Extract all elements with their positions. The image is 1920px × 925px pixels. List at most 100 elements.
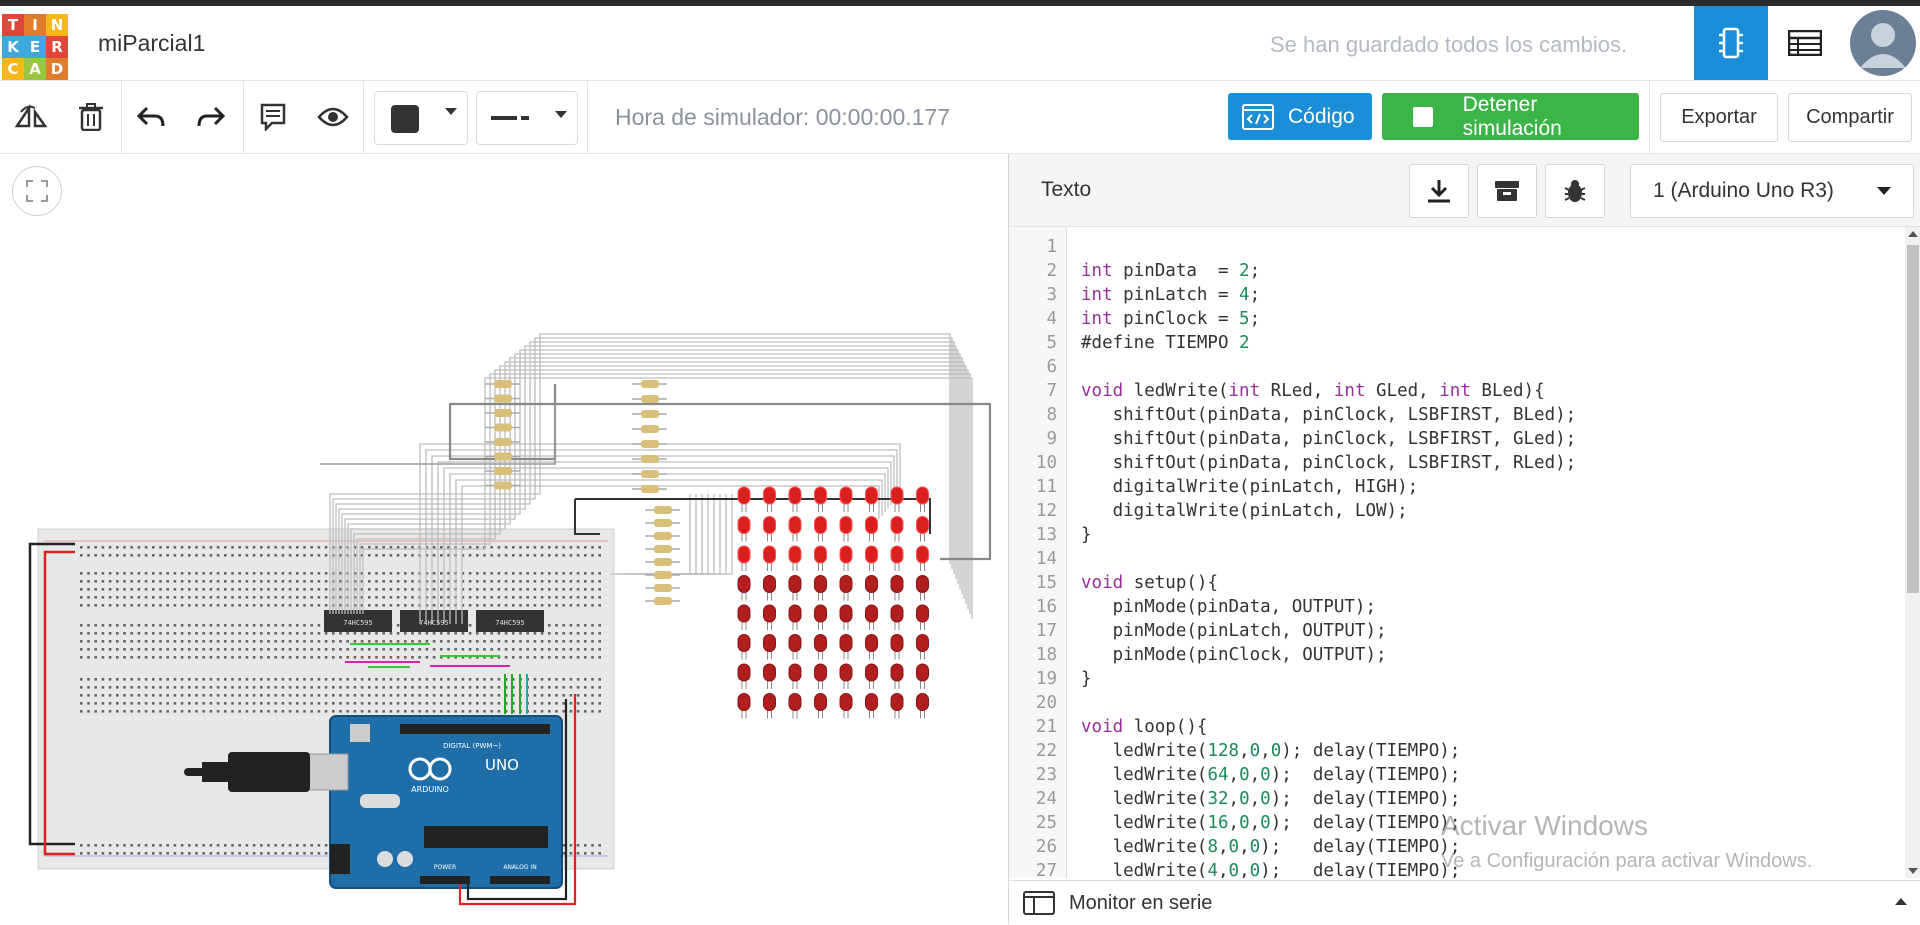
led[interactable] [763, 575, 776, 593]
user-avatar[interactable] [1846, 6, 1920, 80]
led[interactable] [890, 604, 904, 623]
led[interactable] [737, 634, 751, 652]
serial-monitor-bar[interactable]: Monitor en serie [1009, 880, 1920, 925]
led[interactable] [737, 663, 751, 682]
led[interactable] [839, 693, 853, 711]
shift-register-2[interactable]: 74HC595 [400, 610, 468, 632]
code-lines[interactable]: 1 2 int pinData = 2; 3 int pinLatch = 4; 4 int… [1009, 235, 1576, 878]
shift-register-3[interactable]: 74HC595 [476, 610, 544, 632]
led[interactable] [814, 486, 827, 505]
led[interactable] [788, 663, 802, 682]
led[interactable] [763, 516, 776, 534]
code-line[interactable]: 6 [1009, 355, 1057, 379]
resistor[interactable] [494, 467, 512, 475]
resistor[interactable] [494, 409, 512, 417]
led[interactable] [788, 545, 802, 564]
led[interactable] [839, 516, 853, 534]
code-line[interactable]: 11 digitalWrite(pinLatch, HIGH); [1009, 475, 1418, 499]
resistor[interactable] [654, 506, 672, 514]
led[interactable] [865, 604, 878, 623]
board-select[interactable]: 1 (Arduino Uno R3) [1630, 164, 1914, 218]
code-line[interactable]: 5 #define TIEMPO 2 [1009, 331, 1249, 355]
led[interactable] [890, 634, 904, 652]
led[interactable] [865, 545, 878, 564]
code-line[interactable]: 14 [1009, 547, 1057, 571]
code-line[interactable]: 13} [1009, 523, 1092, 547]
editor-mode-label[interactable]: Texto [1041, 178, 1091, 202]
shift-register-1[interactable]: 74HC595 [324, 610, 392, 632]
led[interactable] [865, 516, 878, 534]
resistor[interactable] [641, 425, 659, 433]
share-button[interactable]: Compartir [1788, 93, 1912, 142]
stop-simulation-button[interactable]: Detener simulación [1382, 93, 1639, 140]
led[interactable] [916, 575, 929, 593]
resistor[interactable] [654, 571, 672, 579]
notes-visibility-button[interactable] [310, 81, 356, 153]
resistor[interactable] [654, 545, 672, 553]
led[interactable] [890, 693, 904, 711]
code-line[interactable]: 21 void loop(){ [1009, 715, 1208, 739]
led[interactable] [788, 634, 802, 652]
led[interactable] [763, 663, 776, 682]
led[interactable] [814, 604, 827, 623]
led[interactable] [890, 575, 904, 593]
led[interactable] [916, 516, 929, 534]
led[interactable] [916, 486, 929, 505]
led[interactable] [865, 575, 878, 593]
code-line[interactable]: 12 digitalWrite(pinLatch, LOW); [1009, 499, 1408, 523]
editor-scrollbar[interactable] [1905, 227, 1920, 878]
export-button[interactable]: Exportar [1660, 93, 1778, 142]
led[interactable] [865, 634, 878, 652]
code-line[interactable]: 23 ledWrite(64,0,0); delay(TIEMPO); [1009, 763, 1460, 787]
resistor[interactable] [641, 395, 659, 403]
led[interactable] [788, 604, 802, 623]
led[interactable] [865, 486, 878, 505]
resistor[interactable] [641, 410, 659, 418]
code-line[interactable]: 15 void setup(){ [1009, 571, 1218, 595]
led[interactable] [814, 663, 827, 682]
code-line[interactable]: 7 void ledWrite(int RLed, int GLed, int B… [1009, 379, 1544, 403]
led[interactable] [788, 575, 802, 593]
code-editor[interactable]: 1 2 int pinData = 2; 3 int pinLatch = 4; 4 int… [1009, 227, 1920, 878]
led[interactable] [763, 634, 776, 652]
code-line[interactable]: 3 int pinLatch = 4; [1009, 283, 1260, 307]
led[interactable] [737, 486, 751, 505]
led[interactable] [890, 516, 904, 534]
led[interactable] [788, 693, 802, 711]
led[interactable] [865, 693, 878, 711]
note-button[interactable] [250, 81, 296, 153]
led[interactable] [890, 545, 904, 564]
download-button[interactable] [1409, 164, 1469, 218]
tinkercad-logo[interactable]: TINKERCAD [2, 14, 68, 80]
delete-button[interactable] [68, 81, 114, 153]
led[interactable] [916, 545, 929, 564]
resistor[interactable] [494, 380, 512, 388]
circuit-canvas[interactable]: 74HC595 74HC595 74HC595 DIGITAL (PWM~) A… [0, 154, 1007, 924]
led[interactable] [814, 516, 827, 534]
led[interactable] [839, 575, 853, 593]
component-list-button[interactable] [1768, 6, 1842, 80]
code-line[interactable]: 20 [1009, 691, 1057, 715]
led[interactable] [839, 634, 853, 652]
libraries-button[interactable] [1477, 164, 1537, 218]
code-line[interactable]: 24 ledWrite(32,0,0); delay(TIEMPO); [1009, 787, 1460, 811]
rotate-button[interactable] [8, 81, 54, 153]
led[interactable] [737, 575, 751, 593]
led[interactable] [839, 486, 853, 505]
led[interactable] [788, 486, 802, 505]
resistor[interactable] [641, 455, 659, 463]
wire-type-dropdown[interactable] [476, 91, 578, 145]
resistor[interactable] [494, 423, 512, 432]
led[interactable] [763, 693, 776, 711]
resistor[interactable] [654, 558, 672, 566]
circuit-view-button[interactable] [1694, 6, 1768, 80]
resistor[interactable] [494, 438, 512, 446]
code-line[interactable]: 4 int pinClock = 5; [1009, 307, 1260, 331]
resistor[interactable] [641, 440, 659, 448]
led[interactable] [890, 663, 904, 682]
led[interactable] [763, 545, 776, 564]
project-title[interactable]: miParcial1 [98, 30, 205, 57]
led[interactable] [916, 634, 929, 652]
led[interactable] [788, 516, 802, 534]
led[interactable] [839, 663, 853, 682]
